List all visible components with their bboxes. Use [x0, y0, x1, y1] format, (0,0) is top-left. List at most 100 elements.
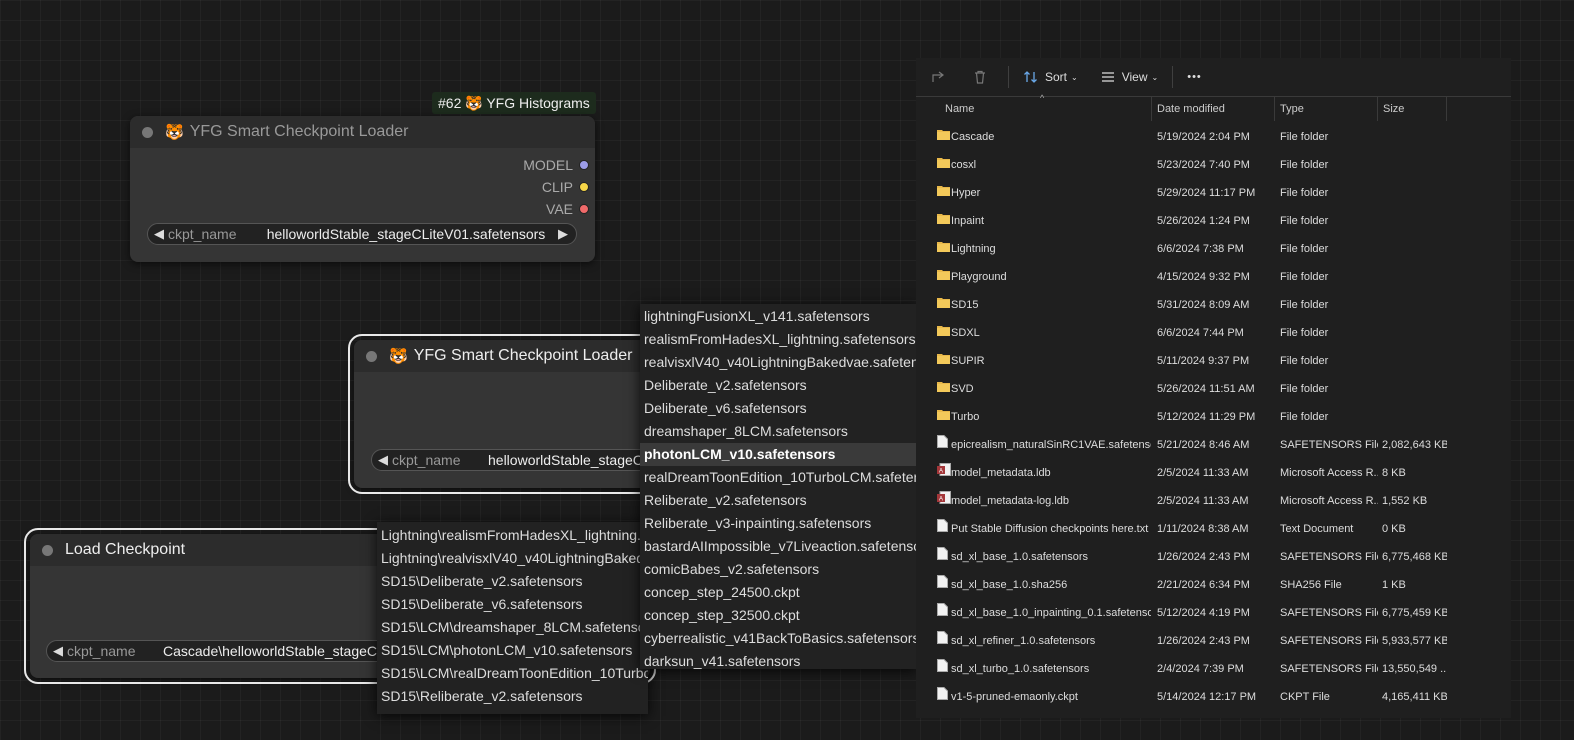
menu-item[interactable]: SD15\Reliberate_v2.safetensors: [377, 685, 648, 708]
file-row[interactable]: SDXL 6/6/2024 7:44 PM File folder: [916, 319, 1511, 347]
menu-item[interactable]: Reliberate_v3-inpainting.safetensors: [640, 512, 916, 535]
collapse-dot[interactable]: [366, 350, 377, 362]
menu-item[interactable]: dreamshaper_8LCM.safetensors: [640, 420, 916, 443]
file-name: model_metadata-log.ldb: [951, 495, 1070, 507]
file-row[interactable]: sd_xl_base_1.0_inpainting_0.1.safetensor…: [916, 599, 1511, 627]
view-icon: [1101, 72, 1114, 82]
file-row[interactable]: Inpaint 5/26/2024 1:24 PM File folder: [916, 207, 1511, 235]
file-row[interactable]: Put Stable Diffusion checkpoints here.tx…: [916, 515, 1511, 543]
menu-item[interactable]: SD15\LCM\photonLCM_v10.safetensors: [377, 639, 648, 662]
file-name: epicrealism_naturalSinRC1VAE.safetensors: [951, 439, 1151, 451]
menu-item[interactable]: SD15\Reliberate_v3-inpainting.safetensor…: [377, 708, 648, 714]
file-row[interactable]: Turbo 5/12/2024 11:29 PM File folder: [916, 403, 1511, 431]
left-arrow-icon[interactable]: ◀: [148, 226, 168, 242]
menu-item[interactable]: Lightning\realismFromHadesXL_lightning.s…: [377, 524, 648, 547]
output-slot-vae[interactable]: VAE: [546, 201, 589, 217]
file-size: 13,550,549 ...: [1382, 663, 1447, 675]
folder-icon: [937, 263, 950, 291]
column-name[interactable]: Name: [940, 97, 1152, 121]
yfg-smart-checkpoint-loader-node-1[interactable]: 🐯 YFG Smart Checkpoint Loader MODEL CLIP V…: [130, 116, 595, 262]
file-name: v1-5-pruned-emaonly.ckpt: [951, 691, 1078, 703]
more-options-button[interactable]: •••: [1187, 71, 1202, 83]
file-date: 5/14/2024 12:17 PM: [1157, 691, 1257, 703]
menu-item[interactable]: cyberrealistic_v41BackToBasics.safetenso…: [640, 627, 916, 650]
svg-text:A: A: [939, 497, 943, 503]
menu-item[interactable]: realismFromHadesXL_lightning.safetensors: [640, 328, 916, 351]
output-slot-clip[interactable]: CLIP: [542, 179, 589, 195]
file-row[interactable]: Hyper 5/29/2024 11:17 PM File folder: [916, 179, 1511, 207]
menu-item[interactable]: comicBabes_v2.safetensors: [640, 558, 916, 581]
file-row[interactable]: Lightning 6/6/2024 7:38 PM File folder: [916, 235, 1511, 263]
file-row[interactable]: Cascade 5/19/2024 2:04 PM File folder: [916, 123, 1511, 151]
delete-icon[interactable]: [972, 69, 994, 85]
folder-icon: [937, 403, 950, 431]
right-arrow-icon[interactable]: ▶: [554, 226, 576, 242]
file-type: SHA256 File: [1280, 579, 1342, 591]
menu-item[interactable]: Deliberate_v6.safetensors: [640, 397, 916, 420]
menu-item[interactable]: lightningFusionXL_v141.safetensors: [640, 305, 916, 328]
file-row[interactable]: sd_xl_refiner_1.0.safetensors 1/26/2024 2…: [916, 627, 1511, 655]
ckpt-name-combo[interactable]: ◀ ckpt_name Cascade\helloworldStable_sta…: [46, 640, 380, 662]
file-row[interactable]: SUPIR 5/11/2024 9:37 PM File folder: [916, 347, 1511, 375]
menu-item[interactable]: Reliberate_v2.safetensors: [640, 489, 916, 512]
menu-item[interactable]: SD15\LCM\dreamshaper_8LCM.safetensors: [377, 616, 648, 639]
menu-item[interactable]: Deliberate_v2.safetensors: [640, 374, 916, 397]
file-row[interactable]: sd_xl_base_1.0.safetensors 1/26/2024 2:43…: [916, 543, 1511, 571]
column-size[interactable]: Size: [1378, 97, 1447, 121]
file-row[interactable]: epicrealism_naturalSinRC1VAE.safetensors…: [916, 431, 1511, 459]
folder-icon: [937, 375, 950, 403]
output-connector-dot[interactable]: [579, 204, 589, 214]
checkpoint-dropdown-menu-right[interactable]: lightningFusionXL_v141.safetensors realis…: [640, 304, 916, 669]
file-row[interactable]: sd_xl_turbo_1.0.safetensors 2/4/2024 7:39…: [916, 655, 1511, 683]
menu-item[interactable]: photonLCM_v10.safetensors: [640, 443, 916, 466]
ckpt-name-combo[interactable]: ◀ ckpt_name helloworldStable_stageCLiteV…: [147, 223, 577, 245]
collapse-dot[interactable]: [142, 126, 153, 138]
menu-item[interactable]: concep_step_24500.ckpt: [640, 581, 916, 604]
left-arrow-icon[interactable]: ◀: [372, 452, 392, 468]
column-date-modified[interactable]: Date modified: [1152, 97, 1275, 121]
menu-item[interactable]: SD15\LCM\realDreamToonEdition_10TurboLCM…: [377, 662, 648, 685]
file-type: File folder: [1280, 411, 1329, 423]
sort-button[interactable]: Sort ⌄: [1023, 70, 1078, 84]
menu-item[interactable]: Lightning\realvisxlV40_v40LightningBaked…: [377, 547, 648, 570]
access-file-icon: A: [937, 459, 951, 487]
file-name: SD15: [951, 299, 979, 311]
file-date: 6/6/2024 7:38 PM: [1157, 243, 1244, 255]
output-connector-dot[interactable]: [579, 160, 589, 170]
file-size: 5,933,577 KB: [1382, 635, 1447, 647]
folder-icon: [937, 207, 950, 235]
menu-item[interactable]: darksun_v41.safetensors: [640, 650, 916, 669]
file-row[interactable]: cosxl 5/23/2024 7:40 PM File folder: [916, 151, 1511, 179]
collapse-dot[interactable]: [42, 544, 53, 556]
file-row[interactable]: v1-5-pruned-emaonly.ckpt 5/14/2024 12:17 …: [916, 683, 1511, 711]
share-icon[interactable]: [930, 69, 952, 85]
file-row[interactable]: Playground 4/15/2024 9:32 PM File folder: [916, 263, 1511, 291]
widget-label: ckpt_name: [392, 452, 461, 468]
menu-item[interactable]: SD15\Deliberate_v6.safetensors: [377, 593, 648, 616]
view-button[interactable]: View ⌄: [1100, 70, 1158, 84]
column-type[interactable]: Type: [1275, 97, 1378, 121]
file-type: File folder: [1280, 243, 1329, 255]
node-header[interactable]: 🐯 YFG Smart Checkpoint Loader: [130, 116, 595, 148]
output-label: MODEL: [523, 157, 573, 173]
file-type: CKPT File: [1280, 691, 1330, 703]
file-explorer-window: Sort ⌄ View ⌄ ••• ^ Name Date modified T…: [916, 58, 1511, 718]
ckpt-name-combo[interactable]: ◀ ckpt_name helloworldStable_stageC: [371, 449, 671, 471]
file-date: 1/26/2024 2:43 PM: [1157, 635, 1250, 647]
checkpoint-dropdown-menu-left[interactable]: Lightning\realismFromHadesXL_lightning.s…: [377, 522, 648, 714]
left-arrow-icon[interactable]: ◀: [47, 643, 67, 659]
file-row[interactable]: Amodel_metadata-log.ldb 2/5/2024 11:33 AM…: [916, 487, 1511, 515]
file-row[interactable]: Amodel_metadata.ldb 2/5/2024 11:33 AM Micr…: [916, 459, 1511, 487]
menu-item[interactable]: concep_step_32500.ckpt: [640, 604, 916, 627]
file-row[interactable]: sd_xl_base_1.0.sha256 2/21/2024 6:34 PM SH…: [916, 571, 1511, 599]
output-connector-dot[interactable]: [579, 182, 589, 192]
menu-item[interactable]: bastardAIImpossible_v7Liveaction.safeten…: [640, 535, 916, 558]
node-badge-histograms: #62 🐯 YFG Histograms: [432, 92, 596, 114]
menu-item[interactable]: SD15\Deliberate_v2.safetensors: [377, 570, 648, 593]
output-slot-model[interactable]: MODEL: [523, 157, 589, 173]
file-row[interactable]: SVD 5/26/2024 11:51 AM File folder: [916, 375, 1511, 403]
menu-item[interactable]: realDreamToonEdition_10TurboLCM.safetens…: [640, 466, 916, 489]
file-row[interactable]: SD15 5/31/2024 8:09 AM File folder: [916, 291, 1511, 319]
menu-item[interactable]: realvisxlV40_v40LightningBakedvae.safete…: [640, 351, 916, 374]
output-label: CLIP: [541, 179, 573, 195]
